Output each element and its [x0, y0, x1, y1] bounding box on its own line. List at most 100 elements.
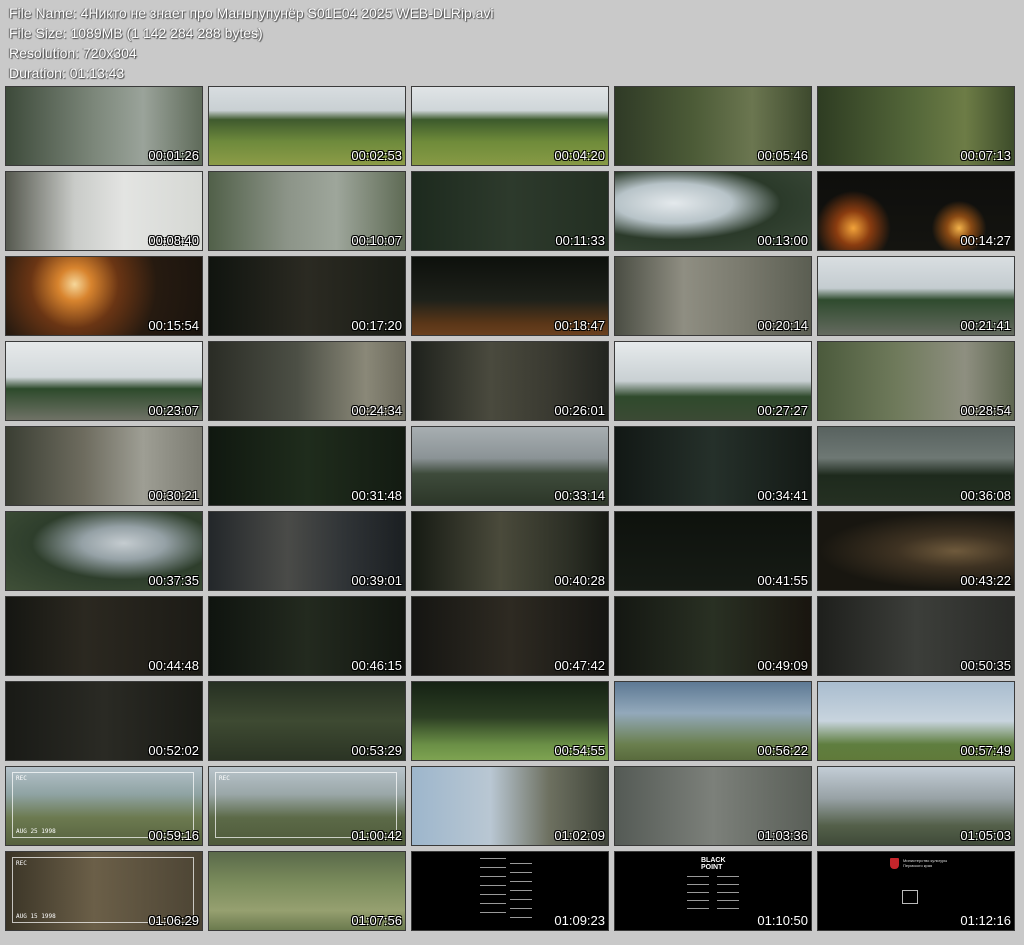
thumbnail-48: 01:09:23 [411, 851, 609, 931]
thumbnail-timestamp: 00:15:54 [148, 318, 199, 333]
credits-text-line [510, 862, 532, 864]
thumbnail-timestamp: 00:02:53 [351, 148, 402, 163]
thumbnail-49: BLACK POINT 01:10:50 [614, 851, 812, 931]
thumbnail-32: 00:46:15 [208, 596, 406, 676]
thumbnail-38: 00:54:55 [411, 681, 609, 761]
thumbnail-timestamp: 00:41:55 [757, 573, 808, 588]
thumbnail-timestamp: 00:07:13 [960, 148, 1011, 163]
thumbnail-timestamp: 01:00:42 [351, 828, 402, 843]
thumbnail-13: 00:18:47 [411, 256, 609, 336]
file-size-label: File Size: 1089MB (1 142 284 288 bytes) [9, 25, 263, 41]
credits-text-line [687, 892, 709, 893]
thumbnail-timestamp: 00:11:33 [555, 233, 605, 248]
thumbnail-35: 00:50:35 [817, 596, 1015, 676]
thumbnail-2: 00:02:53 [208, 86, 406, 166]
credits-text-line [510, 889, 532, 891]
thumbnail-43: 01:02:09 [411, 766, 609, 846]
file-info-header: File Name: 4Никто не знает про Маньпупун… [9, 3, 493, 83]
thumbnail-34: 00:49:09 [614, 596, 812, 676]
thumbnail-timestamp: 00:28:54 [960, 403, 1011, 418]
thumbnail-timestamp: 00:49:09 [757, 658, 808, 673]
thumbnail-18: 00:26:01 [411, 341, 609, 421]
thumbnail-timestamp: 00:30:21 [148, 488, 199, 503]
thumbnail-36: 00:52:02 [5, 681, 203, 761]
thumbnail-timestamp: 00:10:07 [351, 233, 402, 248]
thumbnail-timestamp: 00:26:01 [554, 403, 605, 418]
thumbnail-47: 01:07:56 [208, 851, 406, 931]
thumbnail-14: 00:20:14 [614, 256, 812, 336]
thumbnail-timestamp: 00:01:26 [148, 148, 199, 163]
thumbnail-44: 01:03:36 [614, 766, 812, 846]
thumbnail-11: 00:15:54 [5, 256, 203, 336]
thumbnail-timestamp: 00:39:01 [351, 573, 402, 588]
thumbnail-5: 00:07:13 [817, 86, 1015, 166]
thumbnail-8: 00:11:33 [411, 171, 609, 251]
studio-logo-icon [902, 890, 918, 904]
thumbnail-timestamp: 00:17:20 [351, 318, 402, 333]
credits-text-line [717, 876, 739, 877]
thumbnail-41: REC AUG 25 1998 00:59:16 [5, 766, 203, 846]
thumbnail-46: REC AUG 15 1998 01:06:29 [5, 851, 203, 931]
thumbnail-timestamp: 00:04:20 [554, 148, 605, 163]
credits-text-line [480, 858, 506, 859]
thumbnail-timestamp: 00:46:15 [351, 658, 402, 673]
credits-text-line [480, 912, 506, 913]
credits-text-line [480, 876, 506, 877]
thumbnail-6: 00:08:40 [5, 171, 203, 251]
thumbnail-timestamp: 00:13:00 [757, 233, 808, 248]
thumbnail-timestamp: 01:12:16 [960, 913, 1011, 928]
thumbnail-28: 00:40:28 [411, 511, 609, 591]
thumbnail-4: 00:05:46 [614, 86, 812, 166]
thumbnail-9: 00:13:00 [614, 171, 812, 251]
thumbnail-22: 00:31:48 [208, 426, 406, 506]
thumbnail-timestamp: 00:57:49 [960, 743, 1011, 758]
thumbnail-25: 00:36:08 [817, 426, 1015, 506]
thumbnail-timestamp: 00:56:22 [757, 743, 808, 758]
thumbnail-15: 00:21:41 [817, 256, 1015, 336]
thumbnail-timestamp: 00:18:47 [554, 318, 605, 333]
credits-text-line [687, 876, 709, 877]
thumbnail-timestamp: 00:36:08 [960, 488, 1011, 503]
thumbnail-grid: 00:01:26 00:02:53 00:04:20 00:05:46 00:07:13… [5, 86, 1015, 937]
resolution-label: Resolution: 720x304 [9, 45, 137, 61]
thumbnail-27: 00:39:01 [208, 511, 406, 591]
thumbnail-timestamp: 00:14:27 [960, 233, 1011, 248]
thumbnail-timestamp: 00:08:40 [148, 233, 199, 248]
thumbnail-timestamp: 00:37:35 [148, 573, 199, 588]
thumbnail-10: 00:14:27 [817, 171, 1015, 251]
thumbnail-45: 01:05:03 [817, 766, 1015, 846]
thumbnail-timestamp: 00:31:48 [351, 488, 402, 503]
perm-emblem-icon [890, 858, 899, 869]
thumbnail-timestamp: 00:21:41 [960, 318, 1011, 333]
credits-text-line [687, 900, 709, 901]
credits-text-line [480, 885, 506, 886]
credits-text-line [717, 884, 739, 885]
credits-text-line [480, 894, 506, 895]
credits-text-line [510, 916, 532, 918]
credits-text-line [480, 867, 506, 868]
thumbnail-12: 00:17:20 [208, 256, 406, 336]
credits-text-line [510, 907, 532, 909]
credits-text-line [687, 884, 709, 885]
thumbnail-timestamp: 00:43:22 [960, 573, 1011, 588]
file-name-label: File Name: 4Никто не знает про Маньпупун… [9, 5, 494, 21]
thumbnail-timestamp: 00:24:34 [351, 403, 402, 418]
credits-text-line [717, 892, 739, 893]
thumbnail-timestamp: 01:07:56 [351, 913, 402, 928]
thumbnail-7: 00:10:07 [208, 171, 406, 251]
credits-text-line [480, 903, 506, 904]
thumbnail-timestamp: 00:54:55 [554, 743, 605, 758]
thumbnail-timestamp: 01:02:09 [554, 828, 605, 843]
credits-text-line [717, 900, 739, 901]
thumbnail-timestamp: 01:09:23 [554, 913, 605, 928]
thumbnail-timestamp: 00:40:28 [554, 573, 605, 588]
thumbnail-timestamp: 01:10:50 [757, 913, 808, 928]
thumbnail-timestamp: 00:50:35 [960, 658, 1011, 673]
thumbnail-1: 00:01:26 [5, 86, 203, 166]
thumbnail-timestamp: 00:33:14 [554, 488, 605, 503]
thumbnail-timestamp: 00:27:27 [757, 403, 808, 418]
thumbnail-24: 00:34:41 [614, 426, 812, 506]
credits-text-line [510, 871, 532, 873]
thumbnail-19: 00:27:27 [614, 341, 812, 421]
thumbnail-16: 00:23:07 [5, 341, 203, 421]
